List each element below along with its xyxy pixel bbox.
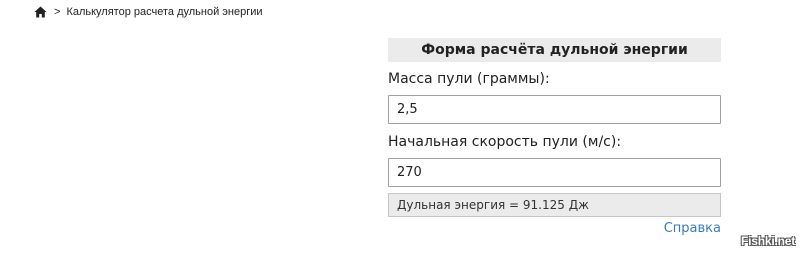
speed-label: Начальная скорость пули (м/с): <box>388 134 622 150</box>
mass-input[interactable] <box>388 95 721 124</box>
breadcrumb-separator: > <box>54 6 61 18</box>
help-link[interactable]: Справка <box>388 221 721 236</box>
form-title: Форма расчёта дульной энергии <box>388 38 721 62</box>
result-display: Дульная энергия = 91.125 Дж <box>388 193 721 217</box>
mass-label: Масса пули (граммы): <box>388 71 550 87</box>
breadcrumb: > Калькулятор расчета дульной энергии <box>34 5 263 19</box>
energy-form: Форма расчёта дульной энергии Масса пули… <box>388 38 721 236</box>
watermark: Fishki.net <box>740 234 795 248</box>
speed-input[interactable] <box>388 158 721 187</box>
breadcrumb-current: Калькулятор расчета дульной энергии <box>66 6 263 18</box>
home-icon[interactable] <box>34 6 47 18</box>
